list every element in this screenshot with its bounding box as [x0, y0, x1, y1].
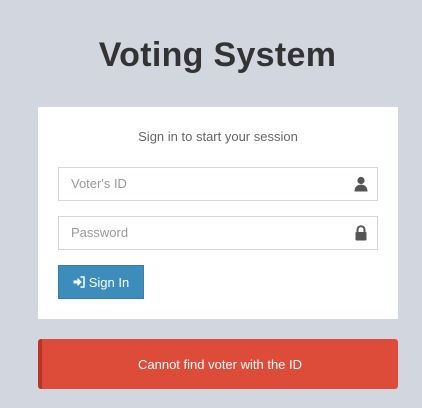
error-alert: Cannot find voter with the ID [38, 339, 398, 389]
lock-icon [354, 225, 368, 241]
error-alert-text: Cannot find voter with the ID [137, 356, 303, 372]
sign-in-icon [73, 276, 85, 288]
sign-in-button[interactable]: Sign In [58, 265, 144, 299]
sign-in-label: Sign In [88, 274, 130, 290]
voter-id-input[interactable] [59, 168, 341, 198]
login-box: Sign in to start your session Sign In [38, 107, 398, 319]
page-title: Voting System [98, 36, 337, 74]
password-input[interactable] [59, 217, 341, 247]
voter-id-field[interactable] [58, 167, 378, 201]
login-box-message: Sign in to start your session [138, 129, 298, 144]
password-field[interactable] [58, 216, 378, 250]
user-icon [354, 176, 368, 192]
